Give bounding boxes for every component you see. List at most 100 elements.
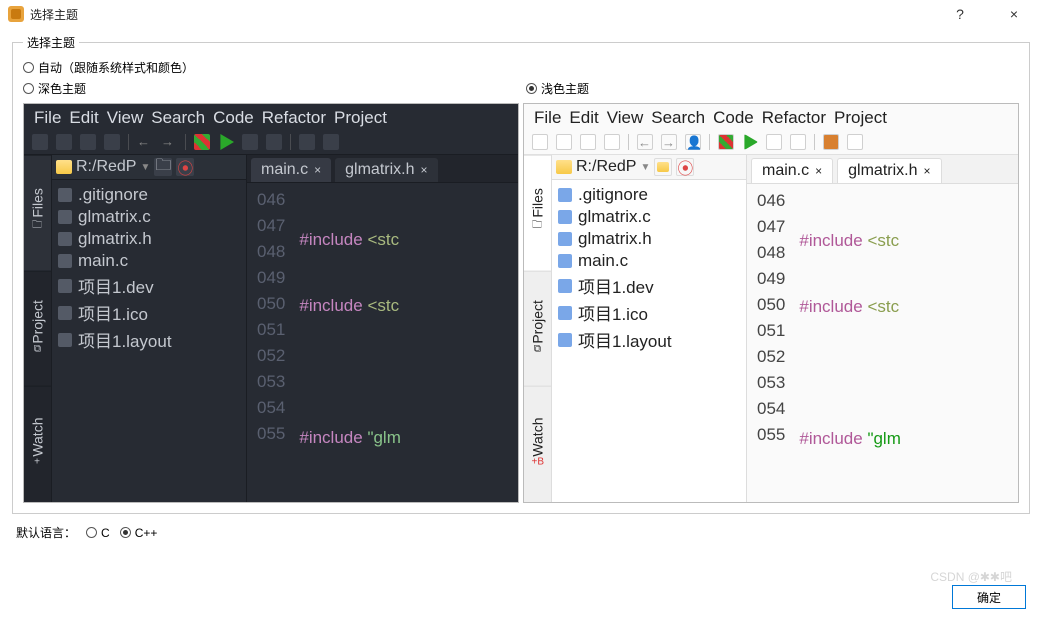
tab-main[interactable]: main.c× [751,158,833,183]
open-icon[interactable] [56,134,72,150]
list-item[interactable]: 项目1.dev [556,272,742,299]
ico-icon [558,306,572,320]
sidetab-watch[interactable]: +Watch [24,386,51,502]
tool2-icon[interactable] [790,134,806,150]
list-item[interactable]: glmatrix.c [56,206,242,228]
list-item[interactable]: .gitignore [56,184,242,206]
pin-icon[interactable]: ⦿ [176,158,194,176]
menu-project[interactable]: Project [834,108,887,128]
debug-icon[interactable] [299,134,315,150]
list-item[interactable]: glmatrix.c [556,206,742,228]
new-icon[interactable] [532,134,548,150]
menu-edit[interactable]: Edit [569,108,598,128]
menu-file[interactable]: File [534,108,561,128]
menu-refactor[interactable]: Refactor [762,108,826,128]
build-icon[interactable] [194,134,210,150]
tool2-icon[interactable] [266,134,282,150]
open-icon[interactable] [556,134,572,150]
list-item[interactable]: 项目1.ico [556,299,742,326]
close-icon[interactable]: × [815,164,822,178]
sidetab-project[interactable]: ⧉Project [24,271,51,387]
radio-c[interactable]: C [86,526,110,540]
list-item[interactable]: 项目1.layout [556,326,742,353]
menu-view[interactable]: View [107,108,144,128]
close-icon[interactable]: × [924,164,931,178]
file-icon [58,188,72,202]
radio-light[interactable]: 浅色主题 [526,80,589,97]
back-icon[interactable]: ← [637,134,653,150]
code-area-light[interactable]: 046047048049050051052053054055 #include … [747,184,1018,502]
sidetab-project[interactable]: ⧉Project [524,271,551,387]
lang-row: 默认语言： C C++ [0,514,1042,549]
gutter: 046047048049050051052053054055 [247,183,295,502]
close-icon[interactable]: × [421,163,428,177]
menu-file[interactable]: File [34,108,61,128]
back-icon[interactable]: ← [137,134,153,150]
pin-icon[interactable]: ⦿ [676,158,694,176]
path-label[interactable]: R:/RedP [576,158,636,176]
list-item[interactable]: glmatrix.h [556,228,742,250]
run-icon[interactable] [218,134,234,150]
chevron-down-icon[interactable]: ▼ [140,162,150,173]
radio-auto[interactable]: 自动（跟随系统样式和颜色） [23,59,194,76]
list-item[interactable]: 项目1.ico [56,299,242,326]
list-item[interactable]: main.c [56,250,242,272]
list-icon[interactable] [847,134,863,150]
lang-label: 默认语言： [16,524,76,541]
saveall-icon[interactable] [604,134,620,150]
app-icon [8,6,24,22]
sidetab-files[interactable]: 🗀Files [524,155,551,271]
list-item[interactable]: main.c [556,250,742,272]
list-item[interactable]: glmatrix.h [56,228,242,250]
ok-button[interactable]: 确定 [952,585,1026,609]
folder-action-icon[interactable]: 🗀 [154,158,172,176]
sidetab-files[interactable]: 🗀Files [24,155,51,271]
debug-icon[interactable] [823,134,839,150]
radio-dark[interactable]: 深色主题 [23,80,86,97]
tab-glmatrix[interactable]: glmatrix.h× [335,158,437,182]
source[interactable]: #include <stc #include <stc #include "gl… [295,183,518,502]
fwd-icon[interactable]: → [661,134,677,150]
editor-dark: main.c× glmatrix.h× 04604704804905005105… [247,155,518,502]
menu-code[interactable]: Code [213,108,254,128]
gutter: 046047048049050051052053054055 [747,184,795,502]
tab-glmatrix[interactable]: glmatrix.h× [837,158,941,183]
chevron-down-icon[interactable]: ▼ [640,162,650,173]
close-button[interactable]: × [994,2,1034,26]
menu-edit[interactable]: Edit [69,108,98,128]
source[interactable]: #include <stc #include <stc #include "gl… [795,184,1018,502]
radio-cpp[interactable]: C++ [120,526,158,540]
saveall-icon[interactable] [104,134,120,150]
list-icon[interactable] [323,134,339,150]
menu-refactor[interactable]: Refactor [262,108,326,128]
folder-action-icon[interactable] [654,158,672,176]
menu-code[interactable]: Code [713,108,754,128]
run-icon[interactable] [742,134,758,150]
dev-icon [558,279,572,293]
close-icon[interactable]: × [314,163,321,177]
tool-icon[interactable] [766,134,782,150]
code-area-dark[interactable]: 046047048049050051052053054055 #include … [247,183,518,502]
menu-view[interactable]: View [607,108,644,128]
list-item[interactable]: 项目1.dev [56,272,242,299]
save-icon[interactable] [580,134,596,150]
tool-icon[interactable] [242,134,258,150]
menu-search[interactable]: Search [651,108,705,128]
build-icon[interactable] [718,134,734,150]
list-item[interactable]: .gitignore [556,184,742,206]
user-icon[interactable]: 👤 [685,134,701,150]
path-label[interactable]: R:/RedP [76,158,136,176]
list-item[interactable]: 项目1.layout [56,326,242,353]
new-icon[interactable] [32,134,48,150]
tab-main[interactable]: main.c× [251,158,331,182]
save-icon[interactable] [80,134,96,150]
menu-project[interactable]: Project [334,108,387,128]
window-title: 选择主题 [30,6,78,23]
sidetab-watch[interactable]: +BWatch [524,386,551,502]
file-icon [58,232,72,246]
file-panel-dark: R:/RedP ▼ 🗀 ⦿ .gitignore glmatrix.c glma… [52,155,247,502]
help-button[interactable]: ? [940,2,980,26]
fwd-icon[interactable]: → [161,134,177,150]
menu-search[interactable]: Search [151,108,205,128]
dark-preview: File Edit View Search Code Refactor Proj… [23,103,519,503]
